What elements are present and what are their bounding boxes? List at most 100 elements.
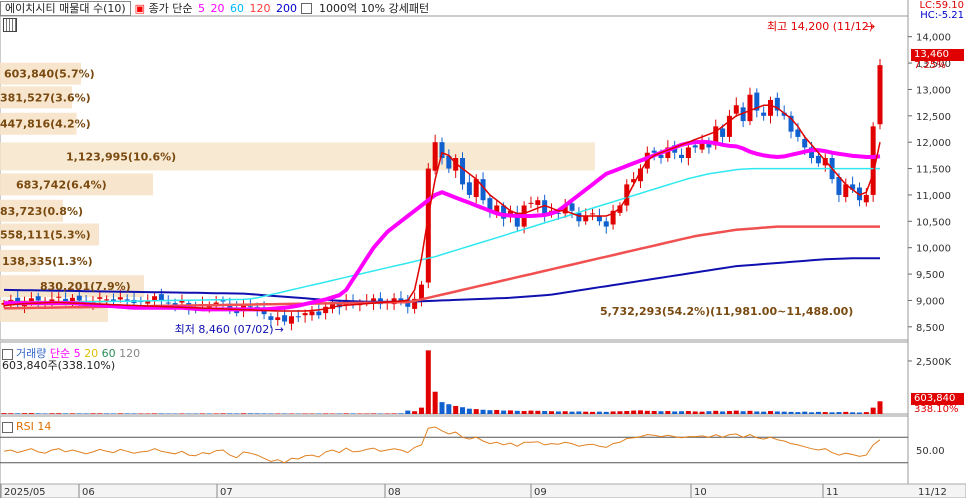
volume-bar	[28, 413, 34, 414]
stock-chart[interactable]: 14,00013,50013,00012,50012,00011,50011,0…	[0, 0, 966, 498]
candle-body	[323, 306, 329, 314]
ma-period-60: 60	[230, 2, 245, 15]
volume-bar	[665, 411, 671, 414]
candle-body	[302, 313, 308, 316]
instrument-title[interactable]: 에이치시티 매물대 수(10)	[0, 0, 131, 16]
volume-bar	[35, 413, 41, 414]
candle-body	[152, 296, 158, 301]
volume-bar	[542, 411, 548, 414]
volume-bar	[569, 411, 575, 414]
volume-bar	[405, 410, 411, 414]
volume-bar	[617, 411, 623, 414]
volume-bar	[261, 413, 267, 414]
ma-legend: ▣ 종가 단순 5 20 60 120 200	[134, 2, 298, 15]
y-tick-label: 12,000	[916, 138, 951, 149]
candle-body	[247, 306, 253, 308]
volume-bar	[679, 411, 685, 414]
candle-body	[685, 147, 691, 159]
candle-body	[56, 296, 62, 298]
ma-label: 종가 단순	[148, 2, 193, 15]
x-tick-label: 07	[220, 487, 233, 498]
candle-body	[802, 139, 808, 148]
volume-bar	[398, 413, 404, 414]
y-tick-label: 8,500	[916, 323, 945, 334]
pattern-checkbox[interactable]	[301, 2, 313, 14]
volume-bar	[870, 407, 876, 414]
volume-bar	[754, 411, 760, 414]
high-arrow: →	[866, 20, 875, 33]
volume-bar	[637, 410, 643, 414]
volume-bar	[726, 411, 732, 414]
volume-bar	[747, 410, 753, 414]
volume-bar	[720, 411, 726, 414]
grid-toggle-icon[interactable]	[3, 18, 17, 32]
volume-bar	[631, 410, 637, 414]
candle-body	[836, 177, 842, 195]
candle-body	[316, 311, 322, 316]
candle-body	[761, 112, 767, 116]
volume-bar	[514, 410, 520, 414]
x-axis-bar	[0, 483, 966, 498]
candle-body	[268, 316, 274, 320]
rsi-line	[3, 426, 881, 464]
candle-body	[768, 99, 773, 116]
volume-bar	[22, 413, 28, 414]
volume-bar	[699, 411, 705, 414]
volume-bar	[480, 409, 486, 414]
volume-bar	[788, 411, 794, 414]
ma-period-5: 5	[198, 2, 206, 15]
volume-profile-label: 830,201(7.9%)	[40, 280, 131, 293]
candle-body	[863, 194, 869, 203]
volume-bar	[685, 411, 691, 414]
candle-body	[535, 200, 541, 205]
volume-bar	[371, 413, 377, 414]
candle-body	[432, 142, 438, 171]
candle-body	[69, 297, 75, 301]
candle-body	[651, 150, 657, 153]
volume-bar	[323, 413, 329, 414]
rsi-toggle-checkbox[interactable]	[2, 421, 13, 433]
ma-period-120: 120	[249, 2, 271, 15]
volume-bar	[576, 411, 582, 414]
volume-bar	[761, 411, 767, 414]
volume-bar	[863, 412, 869, 414]
volume-value-label: 603,840주(338.10%)	[2, 359, 116, 372]
candle-body	[179, 300, 185, 303]
candle-body	[603, 221, 609, 227]
volume-bar	[247, 413, 253, 414]
volume-bar	[418, 407, 424, 414]
y-tick-label: 13,000	[916, 85, 951, 96]
volume-bar	[610, 411, 616, 414]
y-tick-label: 11,500	[916, 165, 951, 176]
candle-body	[460, 158, 466, 185]
y-tick-label: 12,500	[916, 112, 951, 123]
candle-body	[747, 94, 753, 122]
vol-ma-120: 120	[119, 347, 141, 360]
high-annotation: 최고 14,200 (11/12)	[767, 20, 873, 33]
candle-body	[720, 128, 726, 137]
volume-bar	[131, 413, 137, 414]
volume-bar	[69, 413, 75, 414]
y-tick-label: 9,500	[916, 270, 945, 281]
rsi-legend-name: RSI 14	[16, 420, 52, 433]
candle-body	[733, 105, 739, 114]
volume-bar	[658, 411, 664, 414]
x-tick-label: 10	[694, 487, 707, 498]
candle-body	[35, 296, 41, 301]
candle-body	[97, 297, 103, 299]
volume-bar	[350, 413, 356, 414]
candle-body	[569, 203, 575, 211]
volume-bar	[603, 411, 609, 414]
volume-bar	[795, 412, 801, 414]
x-tick-label: 06	[82, 487, 95, 498]
candle-body	[117, 297, 123, 300]
candle-body	[295, 316, 301, 318]
volume-profile-label: 5,732,293(54.2%)(11,981.00~11,488.00)	[600, 305, 853, 318]
x-tick-label: 11	[826, 487, 839, 498]
volume-bar	[651, 411, 657, 414]
candle-body	[104, 299, 110, 301]
low-arrow: →	[275, 323, 284, 336]
volume-bar	[158, 413, 164, 414]
volume-tick-label: 2,500K	[916, 357, 952, 368]
y-tick-label: 14,000	[916, 33, 951, 44]
